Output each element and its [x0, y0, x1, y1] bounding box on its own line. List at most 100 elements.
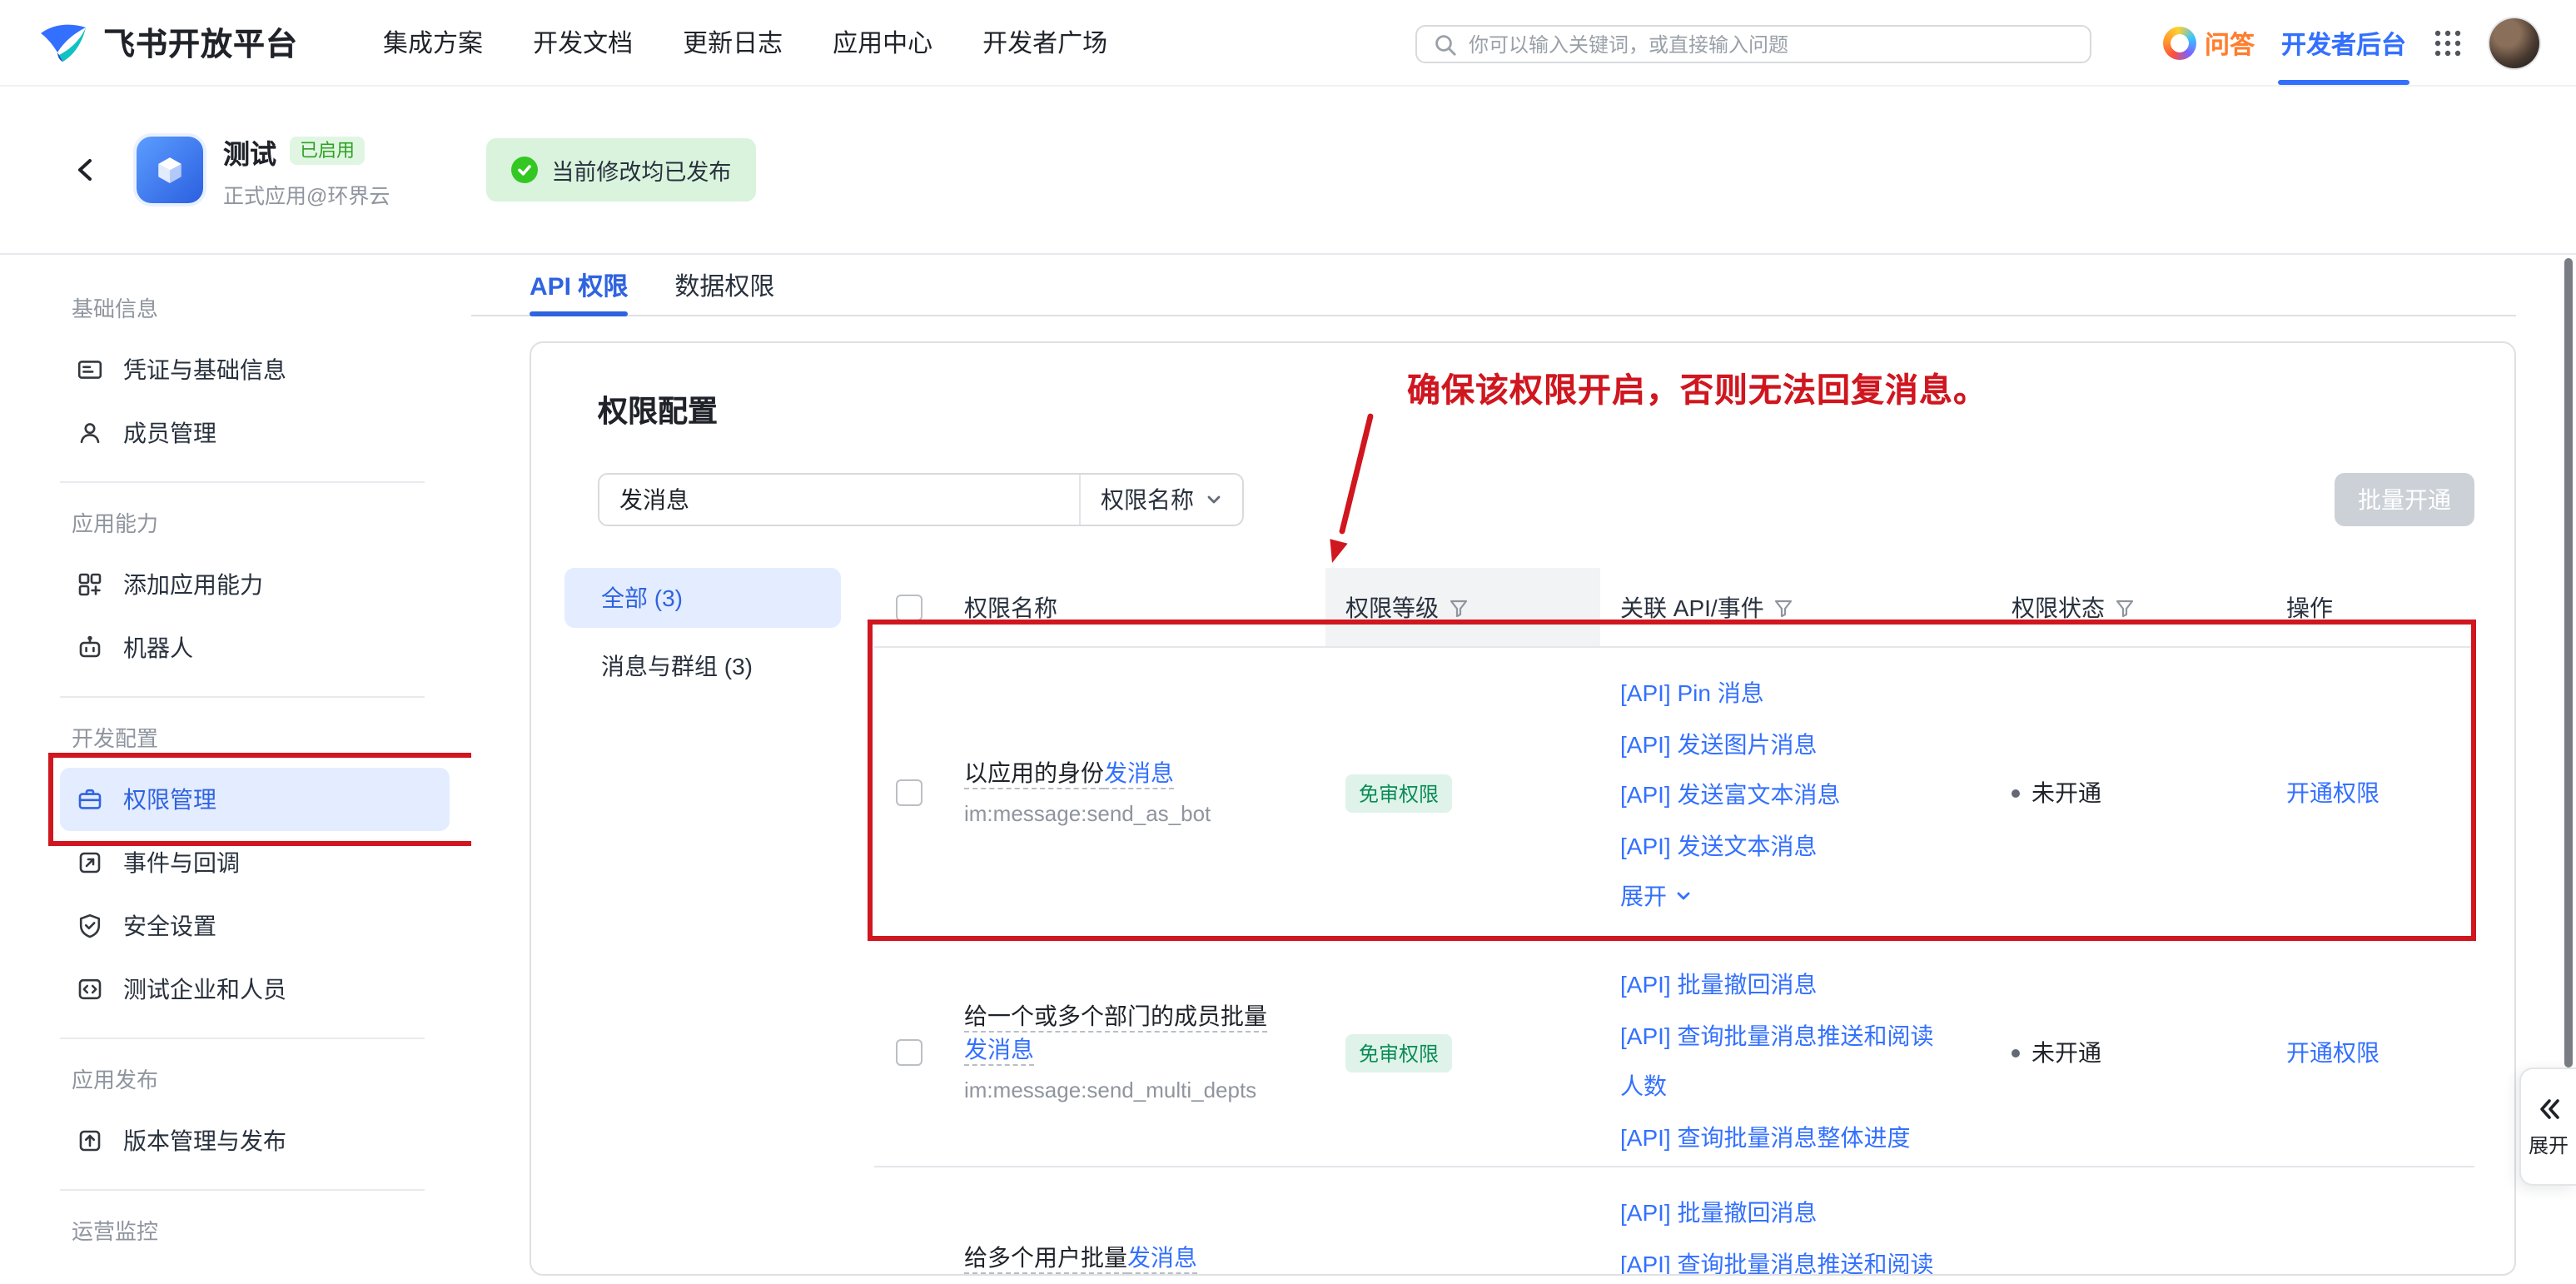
shield-icon: [77, 913, 103, 939]
header-permission-status: 权限状态: [1992, 568, 2266, 646]
global-search[interactable]: [1415, 25, 2091, 63]
filter-icon[interactable]: [1449, 597, 1469, 617]
code-brackets-icon: [77, 976, 103, 1003]
row-checkbox[interactable]: [896, 779, 922, 806]
bot-icon: [77, 635, 103, 661]
select-all-checkbox[interactable]: [896, 594, 922, 620]
filter-icon[interactable]: [2115, 597, 2135, 617]
tab-data-permission[interactable]: 数据权限: [674, 255, 774, 315]
api-link[interactable]: [API] 查询批量消息推送和阅读: [1620, 1238, 1942, 1276]
api-link[interactable]: [API] 批量撤回消息: [1620, 1187, 1942, 1238]
permission-level-cell: 免审权限: [1325, 774, 1600, 812]
related-api-cell: [API] 批量撤回消息 [API] 查询批量消息推送和阅读人数 [API] 查…: [1600, 939, 1992, 1162]
open-permission-link[interactable]: 开通权限: [2286, 1039, 2380, 1066]
sidebar-section-basic: 基础信息: [60, 285, 450, 328]
tab-api-permission[interactable]: API 权限: [530, 255, 628, 315]
back-button[interactable]: [73, 157, 100, 183]
double-chevron-left-icon: [2535, 1095, 2562, 1122]
open-permission-link[interactable]: 开通权限: [2286, 779, 2380, 806]
search-icon: [1434, 32, 1457, 56]
api-link[interactable]: [API] 发送文本消息: [1620, 820, 1942, 871]
action-cell: 开通权限: [2266, 1036, 2474, 1069]
sidebar-section-release: 应用发布: [60, 1056, 450, 1099]
api-link[interactable]: [API] 发送图片消息: [1620, 719, 1942, 769]
app-name: 测试: [223, 131, 276, 171]
sidebar-item-credentials[interactable]: 凭证与基础信息: [60, 338, 450, 401]
brand[interactable]: 飞书开放平台: [37, 17, 298, 67]
filter-icon[interactable]: [1774, 597, 1794, 617]
annotation-note: 确保该权限开启，否则无法回复消息。: [1407, 363, 1987, 411]
api-link[interactable]: [API] Pin 消息: [1620, 668, 1942, 719]
user-avatar[interactable]: [2489, 18, 2539, 68]
permission-search-input[interactable]: [599, 475, 1079, 525]
qa-link[interactable]: 问答: [2163, 26, 2255, 61]
feishu-logo-icon: [37, 17, 90, 67]
api-link[interactable]: [API] 查询批量消息整体进度: [1620, 1112, 1942, 1162]
sidebar-section-capability: 应用能力: [60, 500, 450, 543]
sidebar-item-security[interactable]: 安全设置: [60, 894, 450, 958]
category-message-group[interactable]: 消息与群组 (3): [564, 636, 841, 696]
table-row: 给多个用户批量发消息 [API] 批量撤回消息 [API] 查询批量消息推送和阅…: [874, 1167, 2474, 1276]
expand-side-panel-button[interactable]: 展开: [2519, 1068, 2576, 1186]
app-meta: 测试 已启用 正式应用@环界云: [223, 131, 390, 209]
developer-console-link[interactable]: 开发者后台: [2281, 26, 2406, 61]
app-icon: [137, 137, 203, 203]
nav-item-changelog[interactable]: 更新日志: [683, 25, 783, 60]
app-status-badge: 已启用: [290, 137, 365, 165]
bulk-open-button[interactable]: 批量开通: [2335, 473, 2474, 526]
nav-item-dev-square[interactable]: 开发者广场: [982, 25, 1107, 60]
permission-card: 权限配置 权限名称 批量开通 全部 (3) 消息与群组 (3): [530, 341, 2516, 1276]
toolbar: 权限名称 批量开通: [598, 473, 2474, 526]
permission-body: 全部 (3) 消息与群组 (3) 权限名称 权限等级 关联 API/事件: [564, 568, 2474, 1276]
permission-name-cell: 以应用的身份发消息 im:message:send_as_bot: [944, 756, 1325, 829]
check-circle-icon: [511, 157, 538, 183]
row-checkbox[interactable]: [896, 1039, 922, 1066]
api-link[interactable]: [API] 批量撤回消息: [1620, 959, 1942, 1010]
permission-code: im:message:send_multi_depts: [964, 1076, 1279, 1106]
release-icon: [77, 1127, 103, 1154]
related-api-cell: [API] 批量撤回消息 [API] 查询批量消息推送和阅读: [1600, 1167, 1992, 1276]
sidebar-item-events[interactable]: 事件与回调: [60, 831, 450, 894]
sidebar-item-bot[interactable]: 机器人: [60, 616, 450, 679]
qa-icon: [2163, 27, 2196, 60]
sidebar-item-permission[interactable]: 权限管理: [60, 768, 450, 831]
app-header: 测试 已启用 正式应用@环界云 当前修改均已发布: [0, 87, 2576, 255]
table-row: 以应用的身份发消息 im:message:send_as_bot 免审权限 [A…: [874, 648, 2474, 939]
level-badge: 免审权限: [1345, 774, 1452, 812]
vertical-scrollbar[interactable]: [2564, 258, 2573, 1068]
permission-tabs: API 权限 数据权限: [471, 255, 2516, 316]
search-field-select[interactable]: 权限名称: [1079, 475, 1242, 525]
credential-icon: [77, 356, 103, 383]
permission-code: im:message:send_as_bot: [964, 799, 1279, 829]
sidebar-item-version[interactable]: 版本管理与发布: [60, 1109, 450, 1172]
permission-name-cell: 给一个或多个部门的成员批量发消息 im:message:send_multi_d…: [944, 999, 1325, 1106]
sidebar-item-members[interactable]: 成员管理: [60, 401, 450, 465]
brand-title: 飞书开放平台: [103, 20, 298, 65]
category-all[interactable]: 全部 (3): [564, 568, 841, 628]
nav-item-docs[interactable]: 开发文档: [533, 25, 633, 60]
header-related-api: 关联 API/事件: [1600, 568, 1992, 646]
expand-apis-link[interactable]: 展开: [1620, 871, 1942, 922]
permission-status-cell: 未开通: [1992, 776, 2266, 809]
sidebar-section-monitor: 运营监控: [60, 1207, 450, 1251]
divider: [60, 696, 425, 698]
nav-item-integration[interactable]: 集成方案: [383, 25, 483, 60]
nav-item-app-center[interactable]: 应用中心: [833, 25, 932, 60]
action-cell: 开通权限: [2266, 776, 2474, 809]
divider: [60, 1038, 425, 1039]
apps-grid-icon[interactable]: [2433, 28, 2463, 58]
header-action: 操作: [2266, 568, 2474, 646]
api-link[interactable]: [API] 发送富文本消息: [1620, 769, 1942, 820]
level-badge: 免审权限: [1345, 1033, 1452, 1072]
api-link[interactable]: [API] 查询批量消息推送和阅读人数: [1620, 1010, 1942, 1112]
divider: [60, 481, 425, 483]
search-input[interactable]: [1469, 32, 2073, 56]
sidebar-item-test-org[interactable]: 测试企业和人员: [60, 958, 450, 1021]
app-subtitle: 正式应用@环界云: [223, 177, 390, 209]
table-header: 权限名称 权限等级 关联 API/事件 权限状态: [874, 568, 2474, 648]
sidebar-item-add-capability[interactable]: 添加应用能力: [60, 553, 450, 616]
header-permission-name: 权限名称: [944, 568, 1325, 646]
sidebar: 基础信息 凭证与基础信息 成员管理 应用能力: [0, 255, 471, 1284]
chevron-down-icon: [1675, 888, 1692, 905]
main-nav: 集成方案 开发文档 更新日志 应用中心 开发者广场: [383, 25, 1107, 60]
